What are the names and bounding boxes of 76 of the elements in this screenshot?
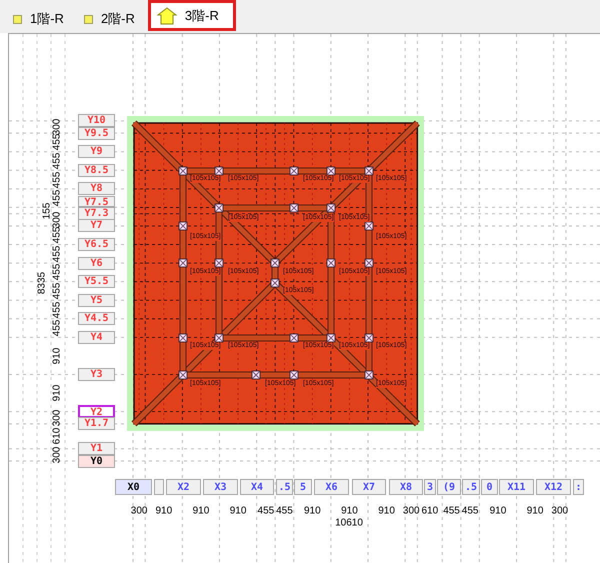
dimension-label: 910 <box>192 506 210 516</box>
dimension-label: 455 <box>52 245 62 262</box>
y-axis-button[interactable]: Y6.5 <box>78 238 115 252</box>
y-axis-button[interactable]: Y10 <box>78 114 115 128</box>
dimension-label: 455 <box>52 226 62 244</box>
dimension-label: 300 <box>551 506 568 516</box>
x-axis-button[interactable]: 0 <box>481 479 498 495</box>
x-axis-button[interactable]: X2 <box>166 479 201 495</box>
dimension-label: 455 <box>52 190 62 206</box>
x-axis-button[interactable]: : <box>573 479 584 495</box>
x-axis-button[interactable]: (9 <box>437 479 461 495</box>
dimension-label: 610 <box>52 428 62 445</box>
dimension-label: 455 <box>443 506 460 516</box>
dimension-label: 455 <box>258 506 274 516</box>
y-axis-button[interactable]: Y5 <box>78 294 115 307</box>
dimension-label: 455 <box>52 152 62 170</box>
total-dimension-label: 8335 <box>36 272 48 294</box>
x-axis-button[interactable]: .5 <box>276 479 293 495</box>
y-axis-button[interactable]: Y8 <box>78 182 115 196</box>
y-axis-button[interactable]: Y7.3 <box>78 207 115 220</box>
square-icon <box>13 14 22 24</box>
square-icon <box>84 14 93 24</box>
dimension-label: 610 <box>421 506 438 516</box>
dimension-label: 300 <box>52 212 62 228</box>
y-axis-button[interactable]: Y2 <box>78 405 115 418</box>
dimension-label: 455 <box>52 171 62 188</box>
y-axis-button[interactable]: Y4 <box>78 330 115 344</box>
x-axis-button[interactable]: X6 <box>314 479 349 495</box>
house-icon <box>156 6 177 24</box>
y-axis-button[interactable]: Y8.5 <box>78 164 115 177</box>
dimension-label: 300 <box>402 506 420 516</box>
dimension-label: 910 <box>155 506 172 516</box>
x-axis-button[interactable]: X11 <box>499 479 534 495</box>
dimension-label: 300 <box>130 506 148 516</box>
dimension-label: 910 <box>52 384 62 402</box>
dimension-label: 300 <box>52 409 62 426</box>
x-axis-button[interactable]: 3 <box>424 479 436 495</box>
dimension-label: 455 <box>52 301 62 318</box>
x-axis-button[interactable]: 5 <box>294 479 312 495</box>
dimension-label: 910 <box>341 506 358 516</box>
x-axis-button[interactable]: X8 <box>389 479 423 495</box>
dimension-label: 455 <box>52 320 62 336</box>
dimension-label: 455 <box>276 506 293 516</box>
dimension-label: 300 <box>52 446 62 464</box>
floor-tab[interactable]: 3階-R <box>148 0 236 31</box>
dimension-label: 455 <box>52 134 62 151</box>
dimension-label: 910 <box>526 506 544 516</box>
dimension-label: 910 <box>490 506 506 516</box>
x-axis-button[interactable] <box>154 479 164 495</box>
dimension-label: 155 <box>42 202 52 219</box>
dimension-label: 455 <box>52 282 62 300</box>
dimension-label: 910 <box>230 506 246 516</box>
y-axis-button[interactable]: Y5.5 <box>78 275 115 288</box>
x-axis-button[interactable]: X12 <box>536 479 571 495</box>
x-axis-button[interactable]: X4 <box>240 479 274 495</box>
dimension-label: 910 <box>52 348 62 364</box>
dimension-label: 455 <box>52 264 62 281</box>
y-axis-button[interactable]: Y6 <box>78 256 115 270</box>
dimension-label: 300 <box>52 118 62 136</box>
y-axis-button[interactable]: Y9.5 <box>78 126 115 140</box>
y-axis-button[interactable]: Y7 <box>78 219 115 232</box>
total-dimension-label: 10610 <box>335 518 363 528</box>
y-axis-button[interactable]: Y1 <box>78 442 115 456</box>
y-axis-button[interactable]: Y1.7 <box>78 417 115 430</box>
dimension-label: 910 <box>304 506 321 516</box>
y-axis-button[interactable]: Y0 <box>78 454 115 468</box>
dimension-label: 455 <box>462 506 478 516</box>
x-axis-button[interactable]: X7 <box>352 479 386 495</box>
y-axis-button[interactable]: Y3 <box>78 368 115 381</box>
x-axis-button[interactable]: .5 <box>462 479 480 495</box>
y-axis-button[interactable]: Y7.5 <box>78 196 115 207</box>
x-axis-button[interactable]: X3 <box>203 479 238 495</box>
y-axis-button[interactable]: Y4.5 <box>78 312 115 326</box>
dimension-label: 910 <box>378 506 395 516</box>
x-axis-button[interactable]: X0 <box>115 479 152 495</box>
y-axis-button[interactable]: Y9 <box>78 145 115 158</box>
